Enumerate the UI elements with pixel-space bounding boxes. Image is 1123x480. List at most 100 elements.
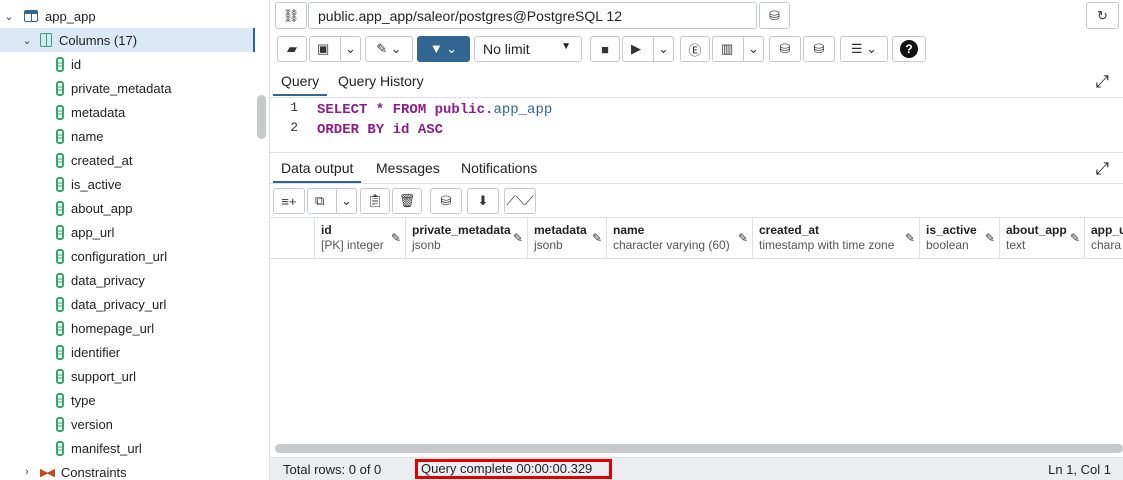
maximize-icon[interactable]: ⤢ (1095, 72, 1109, 92)
tree-node-column[interactable]: data_privacy_url (0, 292, 255, 316)
column-label: id (71, 56, 82, 72)
tree-node-column[interactable]: id (0, 52, 255, 76)
chevron-right-icon[interactable]: › (20, 466, 34, 478)
grid-scrollbar[interactable] (275, 444, 1123, 453)
column-header[interactable]: app_u chara (1085, 218, 1123, 258)
tree-node-column[interactable]: version (0, 412, 255, 436)
query-time: Query complete 00:00:00.329 (415, 459, 612, 479)
tab-data-output[interactable]: Data output (273, 153, 362, 183)
save-button[interactable]: ▣ ⌄ (309, 36, 361, 62)
tree-node-column[interactable]: name (0, 124, 255, 148)
tree-node-column[interactable]: identifier (0, 340, 255, 364)
column-header[interactable]: about_app text ✎ (1000, 218, 1085, 258)
edit-pencil-icon[interactable]: ✎ (985, 231, 995, 246)
column-type: character varying (60) (613, 238, 730, 252)
tab-query-history[interactable]: Query History (338, 66, 424, 96)
column-header[interactable]: created_at timestamp with time zone ✎ (753, 218, 920, 258)
tab-query[interactable]: Query (273, 66, 328, 96)
filter-button[interactable]: ▼ ⌄ (417, 36, 470, 62)
column-label: about_app (71, 200, 133, 216)
chevron-down-icon[interactable]: ⌄ (743, 37, 763, 61)
edit-button[interactable]: ✎ ⌄ (365, 36, 413, 62)
column-header[interactable]: is_active boolean ✎ (920, 218, 1000, 258)
paste-button[interactable]: 📋︎ (360, 188, 390, 214)
chevron-down-icon[interactable]: ⌄ (336, 189, 356, 213)
chevron-down-icon[interactable]: ⌄ (20, 34, 34, 47)
column-header[interactable]: name character varying (60) ✎ (607, 218, 753, 258)
column-header[interactable]: private_metadata jsonb ✎ (406, 218, 528, 258)
tab-notifications[interactable]: Notifications (461, 153, 537, 183)
tree-node-column[interactable]: about_app (0, 196, 255, 220)
explain-analyze-button[interactable]: ▥ ⌄ (712, 36, 764, 62)
constraints-label: Constraints (60, 464, 127, 480)
edit-pencil-icon[interactable]: ✎ (513, 231, 523, 246)
column-icon (56, 80, 64, 96)
copy-button[interactable]: ⧉ ⌄ (307, 188, 357, 214)
chevron-down-icon[interactable]: ⌄ (2, 10, 16, 23)
save-data-button[interactable]: ⛁ (430, 188, 462, 214)
tree-node-column[interactable]: metadata (0, 100, 255, 124)
column-name: created_at (759, 223, 820, 237)
column-icon (56, 392, 64, 408)
download-button[interactable]: ⬇ (467, 188, 499, 214)
tab-messages[interactable]: Messages (376, 153, 440, 183)
edit-pencil-icon[interactable]: ✎ (905, 231, 915, 246)
tree-node-column[interactable]: type (0, 388, 255, 412)
edit-pencil-icon[interactable]: ✎ (1070, 231, 1080, 246)
limit-select[interactable]: No limit ▼ (474, 36, 582, 62)
edit-pencil-icon[interactable]: ✎ (592, 231, 602, 246)
connection-status-button[interactable]: ⛓ (275, 2, 307, 29)
new-connection-button[interactable]: ⛁ (759, 2, 790, 29)
sidebar-scrollbar[interactable] (257, 95, 266, 139)
edit-pencil-icon[interactable]: ✎ (738, 231, 748, 246)
reload-icon: ↻ (1097, 7, 1108, 23)
tree-node-column[interactable]: created_at (0, 148, 255, 172)
column-name: metadata (534, 223, 587, 237)
column-header[interactable]: metadata jsonb ✎ (528, 218, 607, 258)
graph-button[interactable]: ⟋⟍⟋ (504, 188, 536, 214)
column-label: app_url (71, 224, 115, 240)
tree-node-column[interactable]: configuration_url (0, 244, 255, 268)
db-check-icon: ⛁ (779, 41, 791, 56)
macros-button[interactable]: ☰ ⌄ (840, 36, 888, 62)
tree-node-column[interactable]: support_url (0, 364, 255, 388)
tree-node-column[interactable]: manifest_url (0, 436, 255, 460)
explain-button[interactable]: Ⓔ (680, 36, 710, 62)
column-label: created_at (71, 152, 133, 168)
help-button[interactable]: ? (892, 36, 926, 62)
tree-node-table[interactable]: ⌄ app_app (0, 4, 255, 28)
add-row-button[interactable]: ≡+ (273, 188, 305, 214)
chevron-down-icon[interactable]: ⌄ (340, 37, 360, 61)
connection-label: public.app_app/saleor/postgres@PostgreSQ… (318, 8, 622, 24)
chevron-down-icon[interactable]: ⌄ (653, 37, 673, 61)
object-explorer: ⌄ app_app ⌄ Columns (17) id private_metad… (0, 0, 270, 480)
column-type: timestamp with time zone (759, 238, 895, 252)
tree-node-column[interactable]: is_active (0, 172, 255, 196)
line-number: 1 (290, 100, 298, 115)
refresh-button[interactable]: ↻ (1086, 2, 1119, 29)
tree-node-column[interactable]: homepage_url (0, 316, 255, 340)
column-header[interactable]: id [PK] integer ✎ (315, 218, 406, 258)
stop-button[interactable]: ■ (590, 36, 620, 62)
sql-editor[interactable]: SELECT * FROM public.app_app ORDER BY id… (317, 100, 552, 140)
commit-button[interactable]: ⛁ (769, 36, 801, 62)
edit-pencil-icon[interactable]: ✎ (391, 231, 401, 246)
grid-row-selector[interactable] (270, 218, 315, 258)
table-name: app_app (45, 8, 96, 24)
column-icon (56, 224, 64, 240)
delete-button[interactable]: 🗑︎ (392, 188, 422, 214)
tree-node-column[interactable]: private_metadata (0, 76, 255, 100)
column-name: app_u (1091, 223, 1123, 237)
explain-icon: Ⓔ (688, 42, 702, 58)
tree-node-constraints[interactable]: › ▶◀ Constraints (0, 460, 255, 480)
tree-node-columns[interactable]: ⌄ Columns (17) (0, 28, 255, 52)
connection-select[interactable]: public.app_app/saleor/postgres@PostgreSQ… (308, 2, 757, 29)
execute-button[interactable]: ▶ ⌄ (622, 36, 674, 62)
tree-node-column[interactable]: data_privacy (0, 268, 255, 292)
open-file-button[interactable]: ▰ (277, 36, 307, 62)
table-icon (24, 10, 38, 22)
rollback-button[interactable]: ⛁ (803, 36, 835, 62)
maximize-icon[interactable]: ⤢ (1095, 159, 1109, 179)
link-icon: ⛓ (282, 7, 300, 23)
tree-node-column[interactable]: app_url (0, 220, 255, 244)
